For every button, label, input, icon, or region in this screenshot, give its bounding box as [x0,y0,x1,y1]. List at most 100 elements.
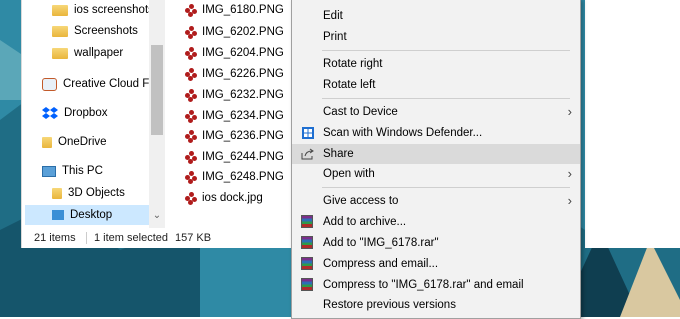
image-file-icon [185,150,198,164]
nav-item-label: This PC [62,165,103,177]
menu-item-compress-email[interactable]: Compress and email... [292,254,580,274]
menu-item-compress-rar-email[interactable]: Compress to "IMG_6178.rar" and email [292,275,580,295]
item-count: 21 items [34,232,76,244]
submenu-arrow-icon: › [567,193,572,208]
file-item[interactable]: IMG_6226.PNG [185,64,284,84]
file-name: IMG_6202.PNG [202,26,284,38]
menu-item-open-with[interactable]: Open with › [292,164,580,184]
menu-separator [322,187,570,188]
file-name: IMG_6180.PNG [202,4,284,16]
menu-item-edit[interactable]: Edit [292,6,580,26]
nav-item-dropbox[interactable]: Dropbox [42,103,107,123]
folder-icon [52,48,68,59]
menu-item-label: Print [323,31,347,43]
folder-icon [52,5,68,16]
selection-size: 157 KB [175,232,212,244]
scrollbar-thumb[interactable] [151,45,163,135]
file-item[interactable]: IMG_6236.PNG [185,126,284,146]
menu-separator [322,50,570,51]
folder-icon [52,26,68,37]
file-name: IMG_6232.PNG [202,89,284,101]
menu-item-add-to-archive[interactable]: Add to archive... [292,212,580,232]
onedrive-icon [42,137,52,148]
file-name: IMG_6226.PNG [202,68,284,80]
menu-item-rotate-right[interactable]: Rotate right [292,54,580,74]
menu-item-print[interactable]: Print [292,27,580,47]
file-item[interactable]: IMG_6180.PNG [185,0,284,20]
menu-item-label: Add to archive... [323,216,407,228]
nav-item-screenshots[interactable]: Screenshots [52,21,138,41]
image-file-icon [185,67,198,81]
file-name: IMG_6234.PNG [202,110,284,122]
menu-item-label: Compress and email... [323,258,439,270]
nav-item-label: OneDrive [58,136,107,148]
file-name: IMG_6248.PNG [202,171,284,183]
menu-item-rotate-left[interactable]: Rotate left [292,75,580,95]
file-name: IMG_6204.PNG [202,47,284,59]
this-pc-icon [42,165,56,177]
image-file-icon [185,191,198,205]
image-file-icon [185,109,198,123]
menu-item-label: Share [323,148,354,160]
file-name: IMG_6244.PNG [202,151,284,163]
3d-objects-icon [52,188,62,199]
menu-item-scan-defender[interactable]: Scan with Windows Defender... [292,123,580,143]
image-file-icon [185,88,198,102]
image-file-icon [185,129,198,143]
dropbox-icon [42,106,58,120]
menu-item-cast-to-device[interactable]: Cast to Device › [292,102,580,122]
file-item[interactable]: IMG_6232.PNG [185,85,284,105]
nav-item-label: Desktop [70,209,113,221]
file-item[interactable]: ios dock.jpg [185,188,263,208]
nav-item-label: 3D Objects [68,187,125,199]
selection-count: 1 item selected [94,232,168,244]
winrar-icon [301,236,313,249]
nav-item-label: Dropbox [64,107,108,119]
image-file-icon [185,3,198,17]
menu-item-label: Compress to "IMG_6178.rar" and email [323,279,524,291]
share-icon [301,147,315,161]
menu-item-label: Cast to Device [323,106,398,118]
navigation-scrollbar[interactable]: ⌄ [149,0,165,228]
file-item[interactable]: IMG_6234.PNG [185,106,284,126]
nav-item-desktop[interactable]: Desktop [25,205,149,225]
menu-item-label: Rotate left [323,79,376,91]
file-item[interactable]: IMG_6204.PNG [185,43,284,63]
menu-separator [322,98,570,99]
context-menu: Edit Print Rotate right Rotate left Cast… [291,0,581,319]
image-file-icon [185,46,198,60]
winrar-icon [301,215,313,228]
nav-item-label: Creative Cloud File [63,78,161,90]
nav-item-3d-objects[interactable]: 3D Objects [52,183,125,203]
submenu-arrow-icon: › [567,104,572,119]
submenu-arrow-icon: › [567,166,572,181]
file-name: IMG_6236.PNG [202,130,284,142]
menu-item-share[interactable]: Share [292,144,580,164]
nav-item-label: Screenshots [74,25,138,37]
windows-defender-icon [301,126,315,140]
nav-item-creative-cloud-files[interactable]: Creative Cloud File [42,74,161,94]
file-item[interactable]: IMG_6248.PNG [185,167,284,187]
menu-item-label: Add to "IMG_6178.rar" [323,237,439,249]
nav-item-ios-screenshots[interactable]: ios screenshots [52,0,154,20]
nav-item-label: wallpaper [74,47,124,59]
menu-item-add-to-rar[interactable]: Add to "IMG_6178.rar" [292,233,580,253]
menu-item-restore-previous-versions[interactable]: Restore previous versions [292,295,580,315]
creative-cloud-icon [42,77,57,91]
status-bar: 21 items 1 item selected 157 KB [22,228,312,248]
scroll-down-icon[interactable]: ⌄ [152,210,162,222]
nav-item-onedrive[interactable]: OneDrive [42,132,107,152]
file-name: ios dock.jpg [202,192,263,204]
winrar-icon [301,257,313,270]
desktop-icon [52,210,64,220]
menu-item-label: Restore previous versions [323,299,456,311]
image-file-icon [185,25,198,39]
nav-item-this-pc[interactable]: This PC [42,161,103,181]
menu-item-label: Give access to [323,195,399,207]
file-item[interactable]: IMG_6202.PNG [185,22,284,42]
nav-item-wallpaper[interactable]: wallpaper [52,43,123,63]
menu-item-label: Edit [323,10,343,22]
navigation-pane: ios screenshots Screenshots wallpaper Cr… [22,0,165,228]
file-item[interactable]: IMG_6244.PNG [185,147,284,167]
menu-item-give-access[interactable]: Give access to › [292,191,580,211]
